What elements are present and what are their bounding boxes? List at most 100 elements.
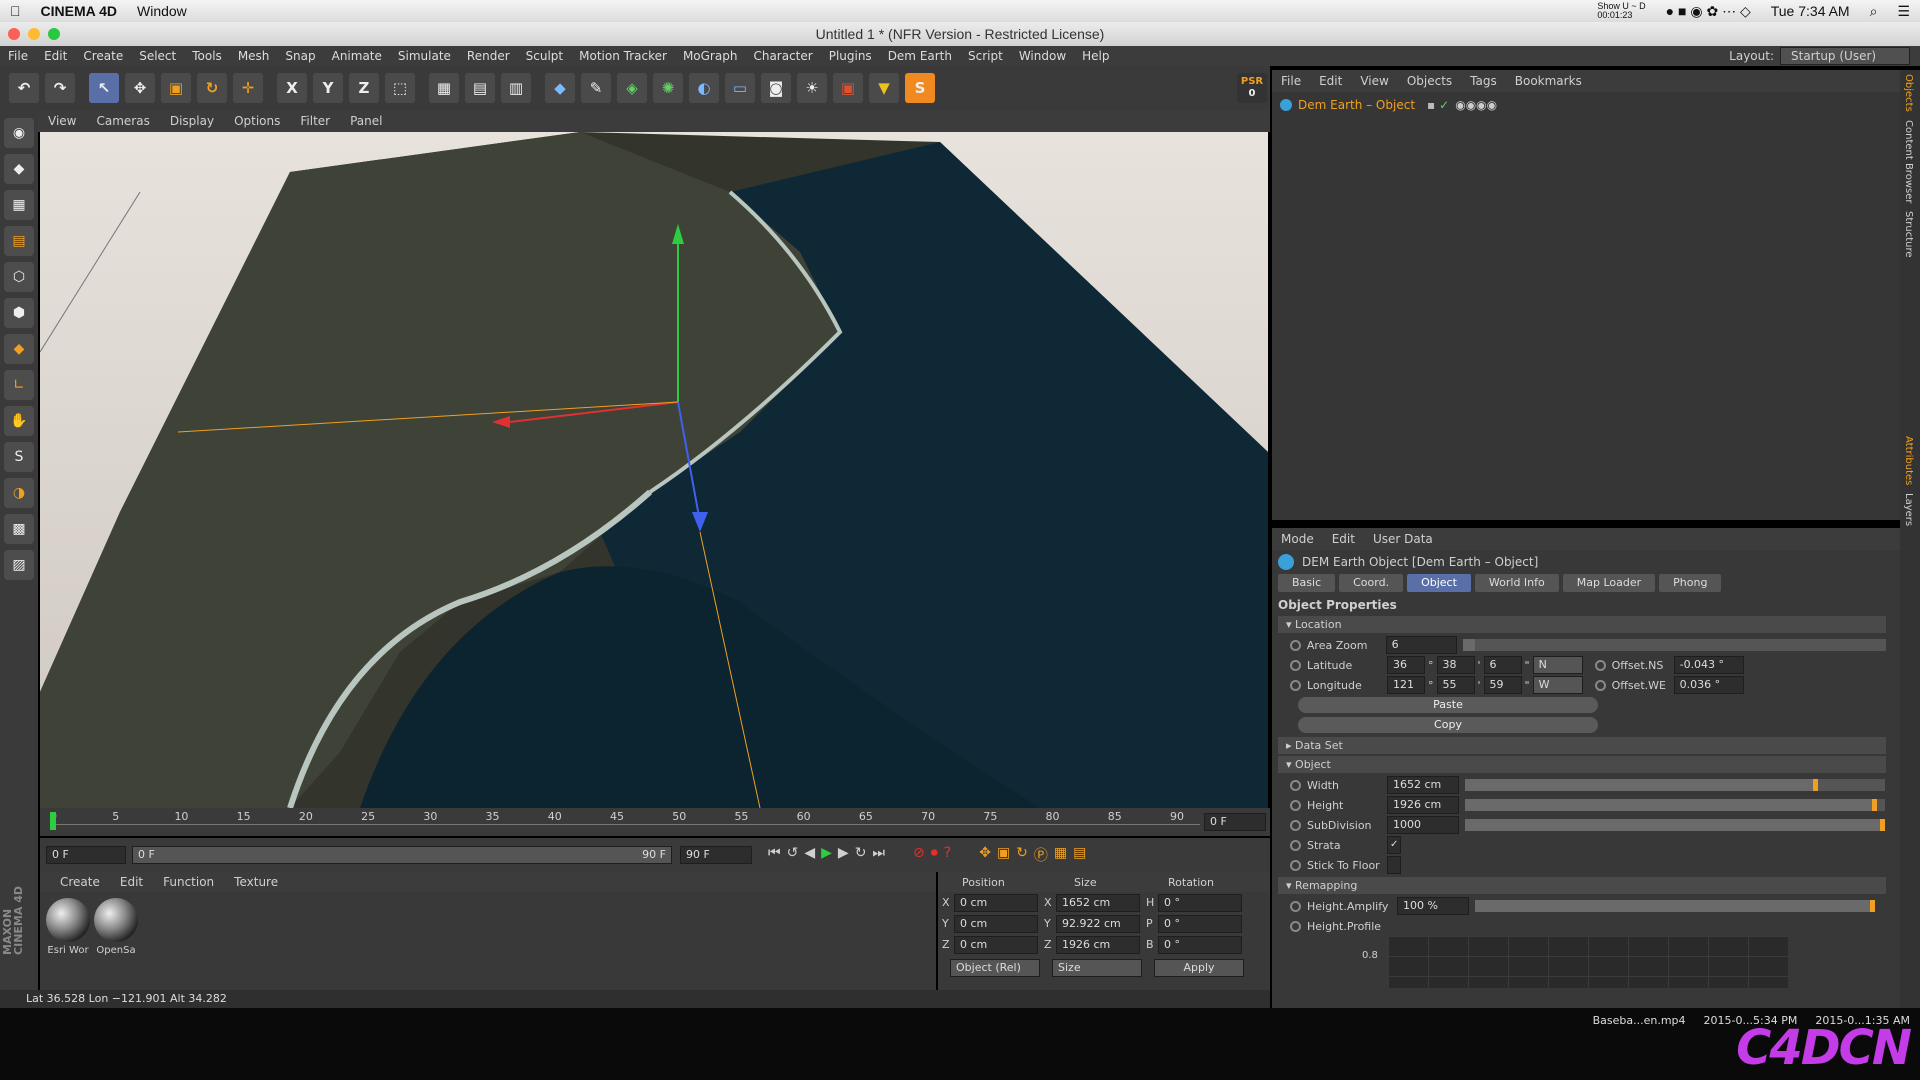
height-profile-curve[interactable]: 0.8 (1362, 936, 1788, 988)
dem-earth-icon[interactable]: ▼ (869, 73, 899, 103)
viewport-panel-menu[interactable]: Panel (340, 114, 392, 128)
x-axis-lock[interactable]: X (277, 73, 307, 103)
object-name[interactable]: Dem Earth – Object (1298, 98, 1415, 112)
current-frame-field[interactable]: 0 F (1204, 813, 1266, 831)
menu-plugins[interactable]: Plugins (821, 49, 880, 63)
viewport-filter-menu[interactable]: Filter (290, 114, 340, 128)
redo-icon[interactable]: ↷ (45, 73, 75, 103)
animate-radio[interactable] (1290, 920, 1301, 932)
tab-structure[interactable]: Structure (1900, 207, 1917, 262)
minimize-button[interactable] (28, 28, 40, 40)
camera-icon[interactable]: ◙ (761, 73, 791, 103)
menu-help[interactable]: Help (1074, 49, 1117, 63)
material-swatch[interactable]: OpenSa (92, 898, 140, 956)
size-field[interactable]: 1652 cm (1056, 893, 1140, 912)
rotation-field[interactable]: 0 ° (1158, 935, 1242, 954)
undo-icon[interactable]: ↶ (9, 73, 39, 103)
data-set-section[interactable]: ▸ Data Set (1278, 737, 1886, 754)
animate-radio[interactable] (1290, 779, 1301, 791)
animate-radio[interactable] (1290, 679, 1301, 691)
menu-tools[interactable]: Tools (184, 49, 230, 63)
size-mode-dropdown[interactable]: Size (1052, 959, 1142, 977)
strata-checkbox[interactable]: ✓ (1387, 836, 1401, 854)
coordinate-mode-dropdown[interactable]: Object (Rel) (950, 959, 1040, 977)
mograph-cloner-icon[interactable]: ✺ (653, 73, 683, 103)
tab-object[interactable]: Object (1407, 574, 1471, 592)
polygons-mode-icon[interactable]: ◆ (4, 334, 34, 364)
select-tool-icon[interactable]: ↖ (89, 73, 119, 103)
menu-character[interactable]: Character (745, 49, 820, 63)
apple-icon[interactable]:  (0, 3, 31, 19)
animate-radio[interactable] (1290, 799, 1301, 811)
object-tags-icon[interactable]: ◉◉◉◉ (1455, 98, 1497, 112)
enabled-check-icon[interactable]: ✓ (1439, 98, 1449, 112)
object-row-dem-earth[interactable]: Dem Earth – Object ▪ ✓ ◉◉◉◉ (1280, 96, 1580, 114)
height-amplify-field[interactable]: 100 % (1397, 897, 1469, 915)
y-axis-lock[interactable]: Y (313, 73, 343, 103)
record-active-icon[interactable]: ⊘ (913, 845, 925, 865)
height-field[interactable]: 1926 cm (1387, 796, 1459, 814)
subdivision-slider[interactable] (1465, 819, 1885, 831)
workplane-grid-icon[interactable]: ▩ (4, 514, 34, 544)
tab-attributes[interactable]: Attributes (1900, 432, 1917, 489)
render-picture-viewer-icon[interactable]: ▤ (465, 73, 495, 103)
locked-workplane-icon[interactable]: ▨ (4, 550, 34, 580)
key-rotation-icon[interactable]: ↻ (1016, 845, 1028, 865)
viewport-cameras-menu[interactable]: Cameras (86, 114, 159, 128)
rotation-field[interactable]: 0 ° (1158, 914, 1242, 933)
zoom-button[interactable] (48, 28, 60, 40)
height-amplify-slider[interactable] (1475, 900, 1875, 912)
timeline-window-icon[interactable]: ▤ (1073, 845, 1086, 865)
height-slider[interactable] (1465, 799, 1885, 811)
area-zoom-field[interactable]: 6 (1385, 636, 1457, 654)
autokey-icon[interactable]: ⏺ (931, 845, 938, 865)
z-axis-lock[interactable]: Z (349, 73, 379, 103)
material-swatch[interactable]: Esri Wor (44, 898, 92, 956)
points-mode-icon[interactable]: ⬡ (4, 262, 34, 292)
copy-button[interactable]: Copy (1298, 717, 1598, 733)
objects-edit-menu[interactable]: Edit (1310, 74, 1351, 88)
menu-animate[interactable]: Animate (324, 49, 390, 63)
rotation-field[interactable]: 0 ° (1158, 893, 1242, 912)
preview-range-slider[interactable]: 0 F 90 F (132, 846, 672, 864)
viewport-view-menu[interactable]: View (38, 114, 86, 128)
menu-snap[interactable]: Snap (277, 49, 323, 63)
menu-sculpt[interactable]: Sculpt (518, 49, 571, 63)
keyframe-selection-icon[interactable]: ? (944, 845, 951, 865)
subdivision-field[interactable]: 1000 (1387, 816, 1459, 834)
menu-simulate[interactable]: Simulate (390, 49, 459, 63)
attr-userdata-menu[interactable]: User Data (1364, 532, 1442, 546)
menu-file[interactable]: File (0, 49, 36, 63)
light-icon[interactable]: ☀ (797, 73, 827, 103)
s-plugin-icon[interactable]: S (905, 73, 935, 103)
axis-mode-icon[interactable]: ∟ (4, 370, 34, 400)
attr-mode-menu[interactable]: Mode (1272, 532, 1323, 546)
viewport-options-menu[interactable]: Options (224, 114, 290, 128)
render-region-icon[interactable]: ▣ (833, 73, 863, 103)
menu-select[interactable]: Select (131, 49, 184, 63)
animate-radio[interactable] (1290, 819, 1301, 831)
animate-radio[interactable] (1290, 859, 1301, 871)
apply-button[interactable]: Apply (1154, 959, 1244, 977)
notifications-icon[interactable]: ☰ (1887, 3, 1920, 20)
latitude-degrees[interactable]: 36 (1387, 656, 1425, 674)
coordinate-system-icon[interactable]: ⬚ (385, 73, 415, 103)
snap-icon[interactable]: S (4, 442, 34, 472)
key-pla-icon[interactable]: ▦ (1054, 845, 1067, 865)
scale-tool-icon[interactable]: ▣ (161, 73, 191, 103)
key-scale-icon[interactable]: ▣ (997, 845, 1010, 865)
animate-radio[interactable] (1290, 659, 1301, 671)
location-section[interactable]: ▾ Location (1278, 616, 1886, 633)
key-parameter-icon[interactable]: Ⓟ (1034, 845, 1048, 865)
objects-view-menu[interactable]: View (1351, 74, 1397, 88)
longitude-minutes[interactable]: 55 (1436, 676, 1475, 694)
tab-coord[interactable]: Coord. (1339, 574, 1404, 592)
floor-icon[interactable]: ▭ (725, 73, 755, 103)
spline-pen-icon[interactable]: ✎ (581, 73, 611, 103)
play-icon[interactable]: ▶ (821, 845, 832, 865)
tab-basic[interactable]: Basic (1278, 574, 1336, 592)
texture-mode-icon[interactable]: ▦ (4, 190, 34, 220)
render-settings-icon[interactable]: ▥ (501, 73, 531, 103)
menu-mograph[interactable]: MoGraph (675, 49, 746, 63)
paste-button[interactable]: Paste (1298, 697, 1598, 713)
